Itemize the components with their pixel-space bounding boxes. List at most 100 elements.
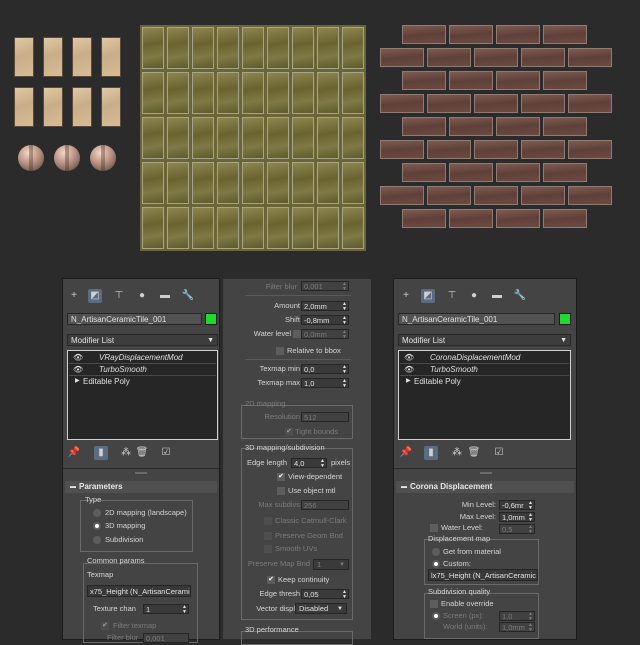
modify-icon[interactable]: ◩ bbox=[421, 289, 435, 303]
spinner-arrows-icon[interactable]: ▲ ▼ bbox=[342, 330, 347, 338]
spinner-arrows-icon[interactable]: ▲ ▼ bbox=[320, 459, 325, 467]
filter-texmap-checkbox[interactable]: ✔ bbox=[101, 622, 109, 630]
filter-blur-spinner[interactable]: 0,001 bbox=[143, 633, 189, 643]
smooth-uvs-checkbox[interactable] bbox=[264, 545, 272, 553]
min-level-spinner[interactable]: -0,6mr ▲ ▼ bbox=[499, 500, 535, 510]
pin-stack-icon[interactable]: 📌 bbox=[67, 446, 81, 460]
object-color-swatch[interactable] bbox=[559, 313, 571, 325]
texmap-max-spinner[interactable]: 1,0 ▲ ▼ bbox=[301, 378, 349, 388]
stack-item-editable-poly[interactable]: ▶ Editable Poly bbox=[400, 376, 569, 387]
water-level-spinner[interactable]: 0,0mm ▲ ▼ bbox=[301, 329, 349, 339]
max-subdivs-spinner[interactable]: 256 bbox=[301, 500, 349, 510]
configure-sets-icon[interactable]: ☑ bbox=[492, 446, 506, 460]
display-icon[interactable]: ▬ bbox=[490, 289, 504, 303]
remove-modifier-icon[interactable]: 🗑 bbox=[135, 446, 149, 460]
modify-icon[interactable]: ◩ bbox=[88, 289, 102, 303]
radio-custom[interactable] bbox=[432, 560, 440, 568]
modifier-list-dropdown[interactable]: Modifier List ▼ bbox=[398, 334, 571, 346]
pin-stack-icon[interactable]: 📌 bbox=[399, 446, 413, 460]
corona-displacement-rollout-header[interactable]: ▬ Corona Displacement bbox=[396, 481, 574, 493]
spinner-arrows-icon[interactable]: ▲ ▼ bbox=[528, 623, 533, 631]
spinner-arrows-icon[interactable]: ▲ ▼ bbox=[342, 316, 347, 324]
spinner-arrows-icon[interactable]: ▲ ▼ bbox=[182, 605, 187, 613]
grip-handle[interactable] bbox=[135, 472, 147, 474]
parameters-rollout-header[interactable]: ▬ Parameters bbox=[65, 481, 217, 493]
object-color-swatch[interactable] bbox=[205, 313, 217, 325]
configure-sets-icon[interactable]: ☑ bbox=[159, 446, 173, 460]
object-name-field[interactable]: N_ArtisanCeramicTile_001 bbox=[67, 313, 202, 325]
shift-spinner[interactable]: -0,8mm ▲ ▼ bbox=[301, 315, 349, 325]
water-level-checkbox[interactable] bbox=[293, 330, 301, 338]
enable-override-checkbox[interactable] bbox=[430, 600, 438, 608]
max-level-spinner[interactable]: 1,0mm ▲ ▼ bbox=[499, 512, 535, 522]
keep-continuity-checkbox[interactable]: ✔ bbox=[267, 576, 275, 584]
spinner-arrows-icon[interactable]: ▲ ▼ bbox=[528, 513, 533, 521]
radio-get-from-material[interactable] bbox=[432, 548, 440, 556]
spinner-arrows-icon[interactable]: ▲ ▼ bbox=[528, 612, 533, 620]
make-unique-icon[interactable]: ⁂ bbox=[450, 446, 464, 460]
remove-modifier-icon[interactable]: 🗑 bbox=[467, 446, 481, 460]
expand-triangle-icon[interactable]: ▶ bbox=[75, 376, 80, 387]
eye-icon[interactable]: 👁 bbox=[404, 352, 414, 363]
spinner-arrows-icon[interactable]: ▲ ▼ bbox=[342, 365, 347, 373]
texture-chan-spinner[interactable]: 1 ▲ ▼ bbox=[143, 604, 189, 614]
spinner-arrows-icon[interactable]: ▲ ▼ bbox=[342, 302, 347, 310]
preserve-map-dropdown[interactable]: 1 ▼ bbox=[313, 559, 349, 570]
expand-triangle-icon[interactable]: ▶ bbox=[406, 376, 411, 387]
stack-item-turbosmooth[interactable]: 👁 TurboSmooth bbox=[69, 364, 216, 376]
filter-blur-spinner[interactable]: 0,001 ▲ ▼ bbox=[301, 281, 349, 291]
tight-bounds-checkbox[interactable]: ✔ bbox=[285, 428, 293, 436]
water-level-checkbox[interactable] bbox=[430, 524, 438, 532]
motion-icon[interactable]: ● bbox=[135, 289, 149, 303]
utilities-icon[interactable]: 🔧 bbox=[513, 289, 527, 303]
stack-item-displacement[interactable]: 👁 VRayDisplacementMod bbox=[69, 352, 216, 364]
preserve-geom-checkbox[interactable] bbox=[264, 532, 272, 540]
spinner-arrows-icon[interactable]: ▲ ▼ bbox=[528, 501, 533, 509]
green-tile bbox=[292, 117, 314, 159]
utilities-icon[interactable]: 🔧 bbox=[181, 289, 195, 303]
custom-texmap-button[interactable]: lx75_Height (N_ArtisanCeramic bbox=[428, 569, 538, 581]
make-unique-icon[interactable]: ⁂ bbox=[119, 446, 133, 460]
radio-subdivision[interactable] bbox=[93, 536, 101, 544]
display-icon[interactable]: ▬ bbox=[158, 289, 172, 303]
stack-item-editable-poly[interactable]: ▶ Editable Poly bbox=[69, 376, 216, 387]
green-tile bbox=[167, 117, 189, 159]
eye-icon[interactable]: 👁 bbox=[73, 352, 83, 363]
vector-displ-dropdown[interactable]: Disabled ▼ bbox=[295, 603, 347, 614]
spinner-arrows-icon[interactable]: ▲ ▼ bbox=[342, 590, 347, 598]
view-dependent-checkbox[interactable]: ✔ bbox=[277, 473, 285, 481]
edge-length-spinner[interactable]: 4,0 ▲ ▼ bbox=[291, 458, 327, 468]
motion-icon[interactable]: ● bbox=[467, 289, 481, 303]
eye-icon[interactable]: 👁 bbox=[404, 364, 414, 375]
screen-spinner[interactable]: 1,0 ▲ ▼ bbox=[499, 611, 535, 621]
spinner-arrows-icon[interactable]: ▲ ▼ bbox=[342, 379, 347, 387]
eye-icon[interactable]: 👁 bbox=[73, 364, 83, 375]
water-level-spinner[interactable]: 0,5 ▲ ▼ bbox=[499, 524, 535, 534]
spinner-arrows-icon[interactable]: ▲ ▼ bbox=[528, 525, 533, 533]
hierarchy-icon[interactable]: ⊤ bbox=[112, 289, 126, 303]
radio-2d-mapping[interactable] bbox=[93, 509, 101, 517]
object-name-field[interactable]: N_ArtisanCeramicTile_001 bbox=[398, 313, 555, 325]
world-spinner[interactable]: 1,0mm ▲ ▼ bbox=[499, 622, 535, 632]
texmap-button[interactable]: x75_Height (N_ArtisanCerami bbox=[87, 585, 191, 597]
show-end-result-icon[interactable]: ▮ bbox=[424, 446, 438, 460]
hierarchy-icon[interactable]: ⊤ bbox=[445, 289, 459, 303]
spinner-arrows-icon[interactable]: ▲ ▼ bbox=[342, 282, 347, 290]
show-end-result-icon[interactable]: ▮ bbox=[94, 446, 108, 460]
modifier-list-dropdown[interactable]: Modifier List ▼ bbox=[67, 334, 218, 346]
stack-item-turbosmooth[interactable]: 👁 TurboSmooth bbox=[400, 364, 569, 376]
amount-spinner[interactable]: 2,0mm ▲ ▼ bbox=[301, 301, 349, 311]
edge-thresh-spinner[interactable]: 0,05 ▲ ▼ bbox=[301, 589, 349, 599]
create-icon[interactable]: + bbox=[67, 289, 81, 303]
resolution-spinner[interactable]: 512 bbox=[301, 412, 349, 422]
use-object-mtl-checkbox[interactable] bbox=[277, 487, 285, 495]
radio-3d-mapping[interactable] bbox=[93, 522, 101, 530]
green-tile bbox=[217, 27, 239, 69]
create-icon[interactable]: + bbox=[399, 289, 413, 303]
texmap-min-spinner[interactable]: 0,0 ▲ ▼ bbox=[301, 364, 349, 374]
classic-catmull-checkbox[interactable] bbox=[264, 517, 272, 525]
relative-bbox-checkbox[interactable] bbox=[276, 347, 284, 355]
stack-item-displacement[interactable]: 👁 CoronaDisplacementMod bbox=[400, 352, 569, 364]
grip-handle[interactable] bbox=[480, 472, 492, 474]
radio-screen[interactable] bbox=[432, 612, 440, 620]
